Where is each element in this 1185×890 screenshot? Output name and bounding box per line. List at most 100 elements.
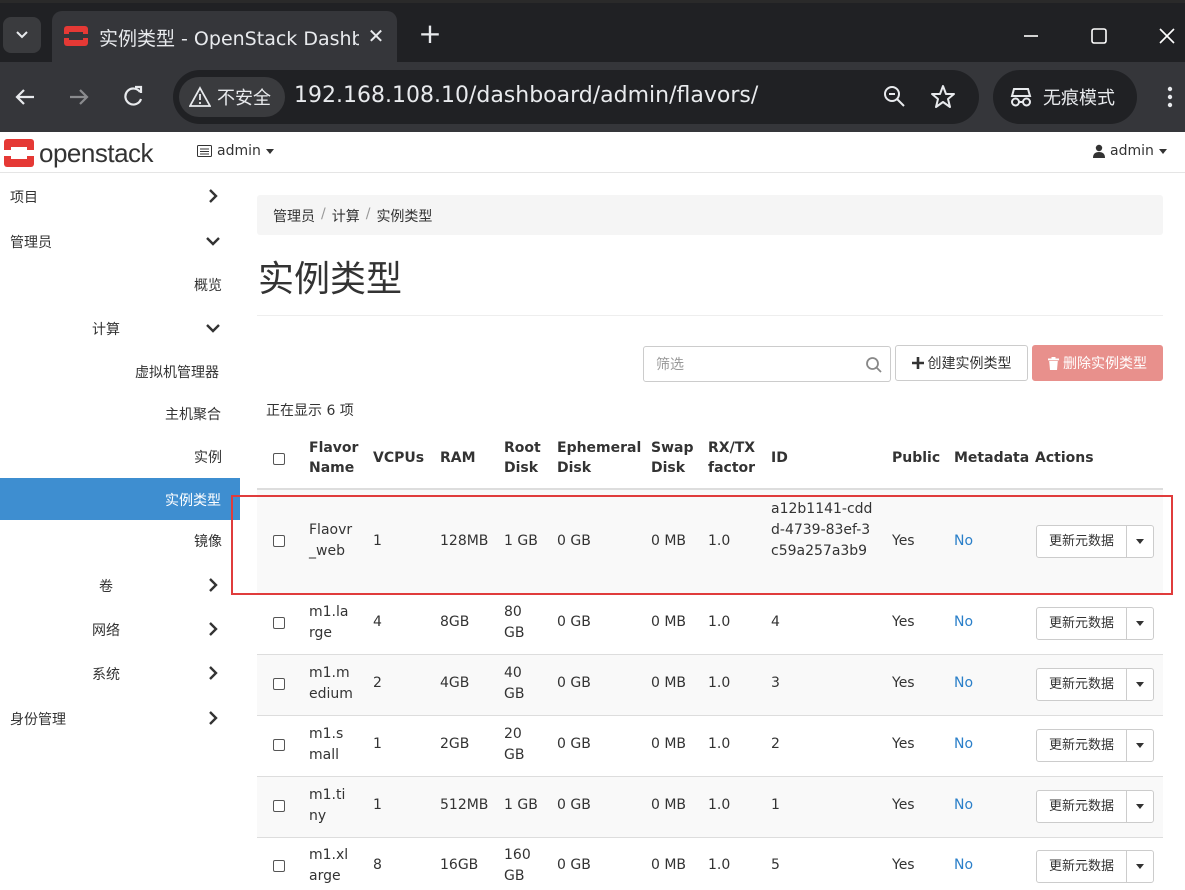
openstack-logo[interactable]: openstack	[3, 137, 154, 169]
cell-vcpus: 1	[373, 736, 382, 752]
sidebar-item-label: 管理员	[10, 235, 52, 251]
update-metadata-button[interactable]: 更新元数据	[1037, 608, 1127, 639]
reload-icon[interactable]	[118, 82, 148, 112]
row-checkbox[interactable]	[273, 617, 285, 629]
sidebar-item-system[interactable]: 系统	[0, 652, 240, 694]
caret-down-icon	[1136, 864, 1144, 869]
column-header-ephemeral-disk[interactable]: Ephemeral Disk	[557, 438, 647, 478]
row-actions-dropdown[interactable]	[1127, 851, 1153, 882]
column-header-metadata[interactable]: Metadata	[954, 448, 1029, 468]
sidebar-item-label: 卷	[99, 579, 113, 595]
column-header-vcpus[interactable]: VCPUs	[373, 448, 424, 468]
caret-down-icon	[1136, 621, 1144, 626]
cell-public: Yes	[892, 797, 915, 813]
update-metadata-button[interactable]: 更新元数据	[1037, 669, 1127, 700]
breadcrumb-item-compute[interactable]: 计算	[332, 206, 360, 225]
cell-ephemeral-disk: 0 GB	[557, 797, 591, 813]
incognito-label: 无痕模式	[1043, 88, 1115, 109]
cell-swap-disk: 0 MB	[651, 797, 687, 813]
incognito-chip[interactable]: 无痕模式	[993, 70, 1137, 124]
cell-metadata-link[interactable]: No	[954, 612, 973, 633]
update-metadata-button[interactable]: 更新元数据	[1037, 526, 1127, 557]
browser-menu-icon[interactable]	[1160, 82, 1180, 112]
column-header-id[interactable]: ID	[771, 448, 788, 468]
row-checkbox[interactable]	[273, 739, 285, 751]
cell-ram: 16GB	[440, 857, 479, 873]
column-header-root-disk[interactable]: Root Disk	[504, 438, 544, 478]
window-close-icon[interactable]	[1152, 21, 1182, 51]
cell-ephemeral-disk: 0 GB	[557, 675, 591, 691]
filter-box[interactable]	[643, 346, 891, 382]
cell-id: 2	[771, 736, 780, 752]
url-text[interactable]: 192.168.108.10/dashboard/admin/flavors/	[294, 83, 758, 108]
breadcrumb-item-admin[interactable]: 管理员	[273, 206, 315, 225]
sidebar-item-hypervisors[interactable]: 虚拟机管理器	[0, 350, 240, 392]
filter-input[interactable]	[656, 355, 856, 375]
cell-root-disk: 80 GB	[504, 604, 525, 641]
cell-flavor-name: m1.medium	[309, 665, 353, 702]
sidebar-item-flavors[interactable]: 实例类型	[0, 478, 240, 520]
back-arrow-icon[interactable]	[10, 82, 40, 112]
user-dropdown[interactable]: admin	[1093, 143, 1167, 159]
zoom-icon[interactable]	[881, 83, 909, 111]
sidebar-item-volumes[interactable]: 卷	[0, 564, 240, 606]
row-checkbox[interactable]	[273, 535, 285, 547]
sidebar-item-instances[interactable]: 实例	[0, 435, 240, 477]
cell-metadata-link[interactable]: No	[954, 855, 973, 876]
window-maximize-icon[interactable]	[1084, 21, 1114, 51]
column-header-swap-disk[interactable]: Swap Disk	[651, 438, 696, 478]
column-header-rxtx-factor[interactable]: RX/TX factor	[708, 438, 758, 478]
sidebar: 项目 管理员 概览 计算 虚拟机管理器 主机聚合 实例 实例类型 镜像 卷 网络…	[0, 173, 240, 890]
delete-flavor-button[interactable]: 删除实例类型	[1032, 345, 1163, 381]
bookmark-star-icon[interactable]	[929, 83, 957, 111]
column-header-ram[interactable]: RAM	[440, 448, 476, 468]
browser-tab-active[interactable]: 实例类型 - OpenStack Dashboard ✕	[52, 11, 397, 65]
sidebar-item-images[interactable]: 镜像	[0, 519, 240, 561]
row-checkbox[interactable]	[273, 800, 285, 812]
create-flavor-button[interactable]: 创建实例类型	[895, 345, 1028, 381]
address-bar[interactable]: 不安全 192.168.108.10/dashboard/admin/flavo…	[173, 70, 979, 124]
column-header-flavor-name[interactable]: Flavor Name	[309, 438, 364, 478]
row-actions-dropdown[interactable]	[1127, 730, 1153, 761]
sidebar-item-admin[interactable]: 管理员	[0, 220, 240, 262]
tab-close-icon[interactable]: ✕	[365, 24, 387, 48]
search-icon[interactable]	[865, 356, 883, 374]
table-header: Flavor Name VCPUs RAM Root Disk Ephemera…	[257, 428, 1163, 490]
row-actions-dropdown[interactable]	[1127, 526, 1153, 557]
column-header-public[interactable]: Public	[892, 448, 940, 468]
sidebar-item-identity[interactable]: 身份管理	[0, 697, 240, 739]
incognito-icon	[1010, 88, 1032, 107]
cell-root-disk: 40 GB	[504, 665, 525, 702]
sidebar-item-project[interactable]: 项目	[0, 175, 240, 217]
sidebar-item-label: 概览	[194, 278, 222, 294]
sidebar-item-host-aggregates[interactable]: 主机聚合	[0, 392, 240, 434]
column-header-actions: Actions	[1035, 450, 1094, 466]
cell-metadata-link[interactable]: No	[954, 734, 973, 755]
breadcrumb-separator: /	[321, 206, 326, 222]
cell-metadata-link[interactable]: No	[954, 795, 973, 816]
security-chip[interactable]: 不安全	[179, 77, 285, 117]
update-metadata-button[interactable]: 更新元数据	[1037, 851, 1127, 882]
forward-arrow-icon[interactable]	[64, 82, 94, 112]
cell-public: Yes	[892, 857, 915, 873]
row-checkbox[interactable]	[273, 860, 285, 872]
cell-public: Yes	[892, 533, 915, 549]
window-minimize-icon[interactable]	[1016, 21, 1046, 51]
cell-metadata-link[interactable]: No	[954, 673, 973, 694]
tab-search-button[interactable]	[3, 17, 41, 53]
select-all-checkbox[interactable]	[273, 453, 285, 465]
caret-down-icon	[265, 148, 274, 154]
row-actions-dropdown[interactable]	[1127, 669, 1153, 700]
cell-metadata-link[interactable]: No	[954, 531, 973, 552]
row-actions-dropdown[interactable]	[1127, 791, 1153, 822]
update-metadata-button[interactable]: 更新元数据	[1037, 730, 1127, 761]
sidebar-item-overview[interactable]: 概览	[0, 263, 240, 305]
row-checkbox[interactable]	[273, 678, 285, 690]
sidebar-item-compute[interactable]: 计算	[0, 307, 240, 349]
sidebar-item-network[interactable]: 网络	[0, 608, 240, 650]
cell-swap-disk: 0 MB	[651, 857, 687, 873]
row-actions-dropdown[interactable]	[1127, 608, 1153, 639]
new-tab-icon[interactable]: +	[416, 20, 444, 49]
update-metadata-button[interactable]: 更新元数据	[1037, 791, 1127, 822]
project-dropdown[interactable]: admin	[197, 143, 274, 159]
